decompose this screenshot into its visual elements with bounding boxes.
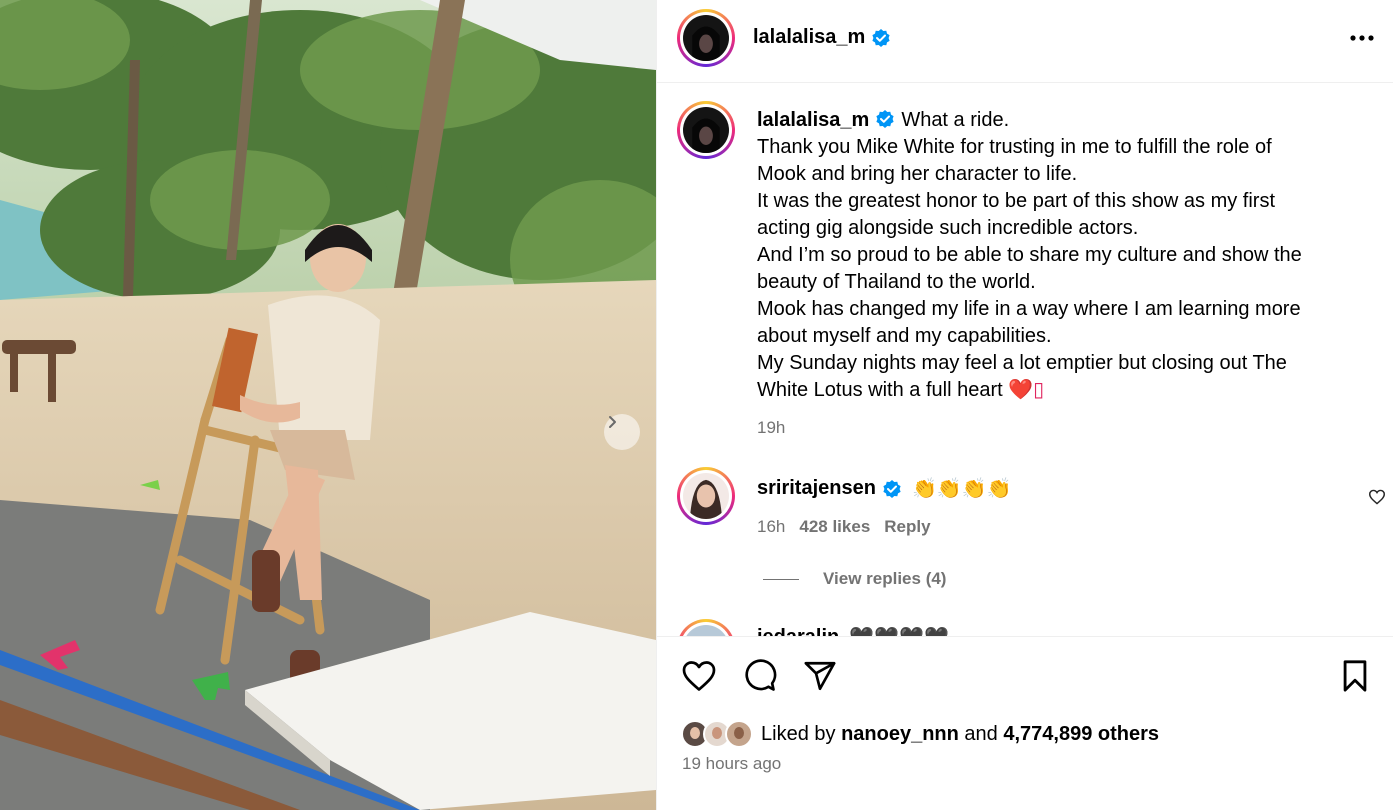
liked-by-row: Liked by nanoey_nnn and 4,774,899 others — [681, 717, 1159, 751]
commenter-username[interactable]: sriritajensen — [757, 477, 876, 500]
caption-avatar-image — [683, 107, 729, 153]
author-avatar-image — [683, 15, 729, 61]
comment-text: 🖤🖤🖤🖤 — [849, 625, 949, 636]
comment-reply-button[interactable]: Reply — [884, 517, 930, 537]
bookmark-icon[interactable] — [1340, 659, 1370, 693]
post-time-ago[interactable]: 19 hours ago — [682, 754, 781, 774]
post-header: lalalalisa_m — [657, 0, 1393, 83]
commenter-username[interactable]: jedaralin — [757, 626, 839, 636]
caption-line: And I’m so proud to be able to share my … — [757, 244, 1302, 266]
heart-icon[interactable] — [681, 659, 717, 693]
post-side-panel: lalalalisa_m lalalalisa_m What a ride. T… — [656, 0, 1393, 810]
caption-line: My Sunday nights may feel a lot emptier … — [757, 352, 1287, 374]
view-replies-button[interactable]: View replies (4) — [763, 569, 946, 589]
caption-emoji: ❤️▯ — [1008, 379, 1045, 401]
verified-badge-icon — [872, 28, 890, 47]
post-photo-illustration — [0, 0, 656, 810]
commenter-avatar[interactable] — [677, 467, 735, 525]
caption-line: about myself and my capabilities. — [757, 325, 1052, 347]
liked-by-avatars[interactable] — [681, 720, 753, 748]
caption-text: lalalalisa_m What a ride. Thank you Mike… — [757, 107, 1357, 441]
liked-by-prefix: Liked by — [761, 722, 836, 745]
commenter-avatar-image — [683, 625, 729, 636]
comment-time[interactable]: 16h — [757, 517, 785, 537]
caption-line: It was the greatest honor to be part of … — [757, 190, 1276, 212]
caption-line: Mook and bring her character to life. — [757, 163, 1078, 185]
chevron-right-icon — [609, 416, 616, 428]
caption-line: beauty of Thailand to the world. — [757, 271, 1036, 293]
caption-line: Thank you Mike White for trusting in me … — [757, 136, 1272, 158]
post-actions-bar: Liked by nanoey_nnn and 4,774,899 others… — [657, 636, 1393, 810]
caption-line: Mook has changed my life in a way where … — [757, 298, 1301, 320]
commenter-avatar[interactable] — [677, 619, 735, 636]
caption-line: acting gig alongside such incredible act… — [757, 217, 1139, 239]
next-photo-button[interactable] — [604, 414, 640, 450]
caption-line: White Lotus with a full heart — [757, 379, 1003, 401]
comment-icon[interactable] — [743, 659, 777, 693]
view-replies-label[interactable]: View replies (4) — [823, 569, 946, 589]
post-photo — [0, 0, 656, 810]
view-replies-divider — [763, 578, 799, 580]
more-options-icon[interactable] — [1348, 28, 1376, 48]
liked-by-text: Liked by nanoey_nnn and 4,774,899 others — [761, 723, 1159, 746]
caption-time[interactable]: 19h — [757, 414, 1357, 441]
comments-list[interactable]: lalalalisa_m What a ride. Thank you Mike… — [657, 84, 1393, 636]
caption-line: What a ride. — [901, 109, 1010, 131]
comment-like-heart-icon[interactable] — [1368, 489, 1386, 505]
commenter-avatar-image — [683, 473, 729, 519]
liked-by-and: and — [964, 722, 998, 745]
liked-by-user-link[interactable]: nanoey_nnn — [841, 723, 959, 745]
share-icon[interactable] — [803, 659, 837, 693]
caption-username[interactable]: lalalalisa_m — [757, 109, 869, 131]
liked-by-count-link[interactable]: 4,774,899 others — [1003, 723, 1159, 745]
author-username[interactable]: lalalalisa_m — [753, 26, 865, 49]
author-avatar[interactable] — [677, 9, 735, 67]
verified-badge-icon — [883, 479, 901, 498]
liker-avatar — [725, 720, 753, 748]
comment-text: 👏👏👏👏 — [911, 478, 1012, 500]
verified-badge-icon — [876, 110, 894, 128]
comment-likes[interactable]: 428 likes — [799, 517, 870, 537]
caption-avatar[interactable] — [677, 101, 735, 159]
